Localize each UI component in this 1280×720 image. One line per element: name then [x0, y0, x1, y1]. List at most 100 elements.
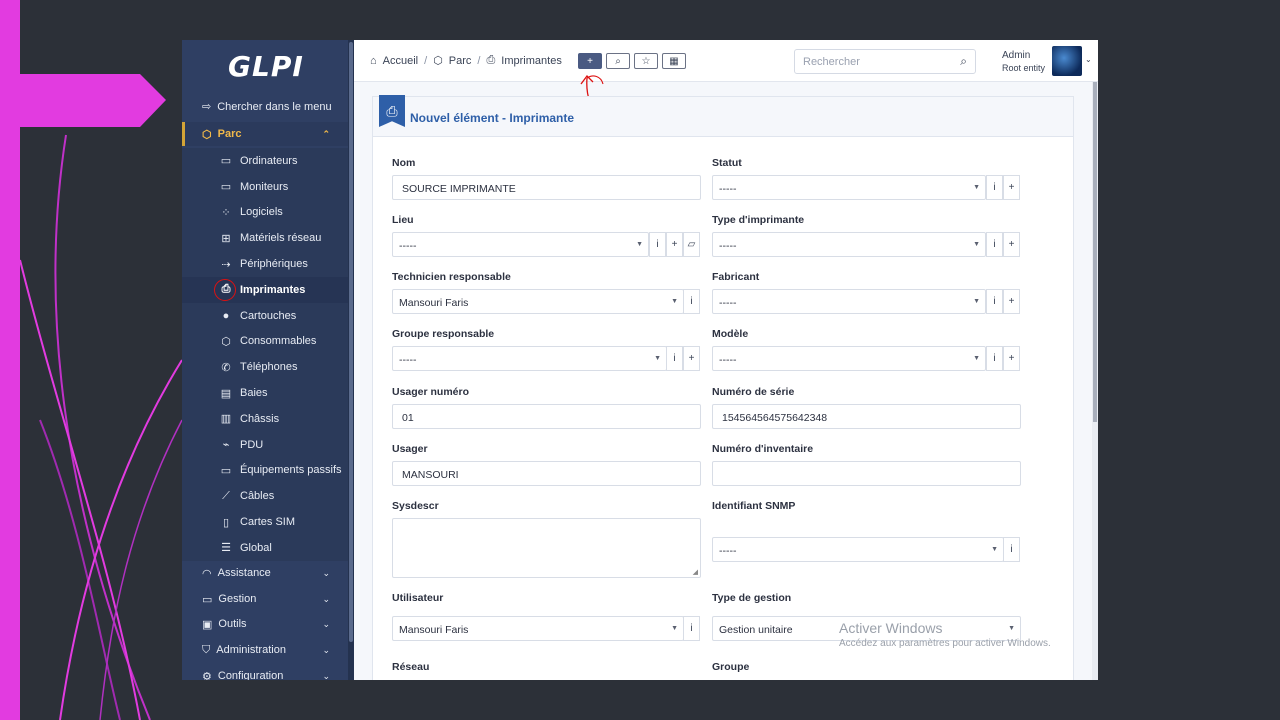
usb-icon: ⇢ [221, 258, 231, 271]
sidebar-group-gestion[interactable]: ▭ Gestion ⌄ [182, 587, 348, 611]
page-scrollbar[interactable] [1092, 82, 1098, 680]
search-icon[interactable]: ⌕ [960, 54, 967, 69]
info-button[interactable]: i [666, 346, 683, 371]
sidebar-group-outils[interactable]: ▣ Outils ⌄ [182, 612, 348, 636]
sidebar-scrollbar-thumb[interactable] [349, 42, 353, 642]
sidebar-item-cables[interactable]: ⟋ Câbles [182, 483, 348, 509]
info-button[interactable]: i [1003, 537, 1020, 562]
add-button[interactable]: + [666, 232, 683, 257]
serie-label: Numéro de série [712, 386, 795, 398]
utilisateur-select[interactable]: Mansouri Faris ▼ [392, 616, 684, 641]
caret-down-icon: ▼ [973, 241, 980, 248]
cube-icon: ⬡ [433, 55, 443, 67]
usager-num-field[interactable]: 01 [392, 404, 701, 429]
statut-value: ----- [719, 183, 737, 195]
avatar[interactable] [1052, 46, 1082, 76]
sidebar-item-materiels-reseau[interactable]: ⊞ Matériels réseau [182, 225, 348, 251]
add-button[interactable]: + [1003, 346, 1020, 371]
info-icon: i [1010, 544, 1013, 555]
sidebar-item-baies[interactable]: ▤ Baies [182, 380, 348, 406]
sidebar-item-ordinateurs[interactable]: ▭ Ordinateurs [182, 148, 348, 174]
serie-field[interactable]: 154564564575642348 [712, 404, 1021, 429]
search-input[interactable]: Rechercher ⌕ [794, 49, 976, 74]
sidebar-item-telephones[interactable]: ✆ Téléphones [182, 354, 348, 380]
info-button[interactable]: i [683, 289, 700, 314]
statut-select[interactable]: ----- ▼ [712, 175, 986, 200]
snmp-label: Identifiant SNMP [712, 500, 796, 512]
sidebar-item-cartes-sim[interactable]: ▯ Cartes SIM [182, 509, 348, 535]
utilisateur-label: Utilisateur [392, 592, 444, 604]
sidebar-scrollbar[interactable] [348, 40, 354, 680]
sidebar-item-pdu[interactable]: ⌁ PDU [182, 432, 348, 458]
chevron-down-icon: ⌄ [322, 644, 330, 655]
sidebar-group-administration[interactable]: ⛉ Administration ⌄ [182, 638, 348, 662]
sidebar-group-assistance[interactable]: ◠ Assistance ⌄ [182, 561, 348, 585]
add-button[interactable]: + [1003, 175, 1020, 200]
nom-field[interactable]: SOURCE IMPRIMANTE [392, 175, 701, 200]
watermark-title: Activer Windows [839, 620, 943, 636]
bookmark-button[interactable]: ☆ [634, 53, 658, 69]
chevron-down-icon[interactable]: ⌄ [1085, 55, 1092, 64]
sidebar-item-global[interactable]: ☰ Global [182, 535, 348, 561]
sidebar-item-imprimantes[interactable]: ⎙ Imprimantes [182, 276, 348, 303]
caret-down-icon: ▼ [991, 546, 998, 553]
gear-icon: ⚙ [202, 670, 212, 681]
resize-grip-icon[interactable]: ◢ [693, 568, 698, 576]
modele-label: Modèle [712, 328, 749, 340]
lieu-label: Lieu [392, 214, 414, 226]
sidebar-item-label: Consommables [240, 335, 317, 348]
sidebar-item-chassis[interactable]: ▥ Châssis [182, 406, 348, 432]
caret-down-icon: ▼ [973, 355, 980, 362]
fabricant-select[interactable]: ----- ▼ [712, 289, 986, 314]
add-button[interactable]: + [1003, 232, 1020, 257]
groupe-resp-select[interactable]: ----- ▼ [392, 346, 667, 371]
apps-icon: ⁘ [221, 206, 231, 219]
add-button[interactable]: + [683, 346, 700, 371]
sidebar-item-moniteurs[interactable]: ▭ Moniteurs [182, 174, 348, 200]
menu-search[interactable]: ⇨ Chercher dans le menu [202, 100, 332, 114]
info-icon: i [673, 353, 676, 364]
sidebar-item-consommables[interactable]: ⬡ Consommables [182, 329, 348, 355]
modele-select[interactable]: ----- ▼ [712, 346, 986, 371]
caret-down-icon: ▼ [671, 625, 678, 632]
type-label: Type d'imprimante [712, 214, 805, 226]
sidebar-item-peripheriques[interactable]: ⇢ Périphériques [182, 251, 348, 277]
info-button[interactable]: i [649, 232, 666, 257]
sidebar-item-label: Moniteurs [240, 180, 289, 193]
sidebar-item-parc[interactable]: ⬡ Parc ⌃ [182, 122, 348, 146]
user-menu[interactable]: Admin Root entity [1002, 50, 1045, 74]
technicien-select[interactable]: Mansouri Faris ▼ [392, 289, 684, 314]
sysdescr-textarea[interactable]: ◢ [392, 518, 701, 578]
sidebar-item-equipements-passifs[interactable]: ▭ Équipements passifs [182, 458, 348, 484]
sidebar-group-configuration[interactable]: ⚙ Configuration ⌄ [182, 664, 348, 680]
printer-icon: ⎙ [486, 54, 496, 66]
breadcrumb-parc[interactable]: Parc [449, 55, 472, 67]
form-card: ⎙ Nouvel élément - Imprimante Nom SOURCE… [372, 95, 1074, 680]
info-button[interactable]: i [986, 289, 1003, 314]
sidebar-item-logiciels[interactable]: ⁘ Logiciels [182, 200, 348, 226]
breadcrumb-imprimantes[interactable]: Imprimantes [501, 55, 562, 67]
add-button[interactable]: + [1003, 289, 1020, 314]
caret-down-icon: ▼ [654, 355, 661, 362]
info-button[interactable]: i [683, 616, 700, 641]
page-scrollbar-thumb[interactable] [1093, 82, 1097, 422]
snmp-select[interactable]: ----- ▼ [712, 537, 1004, 562]
breadcrumb-accueil[interactable]: Accueil [383, 55, 418, 67]
info-button[interactable]: i [986, 232, 1003, 257]
inventaire-field[interactable] [712, 461, 1021, 486]
sidebar-item-cartouches[interactable]: ● Cartouches [182, 303, 348, 329]
info-icon: i [993, 182, 996, 193]
info-button[interactable]: i [986, 346, 1003, 371]
info-button[interactable]: i [986, 175, 1003, 200]
map-button[interactable]: ▱ [683, 232, 700, 257]
wallet-icon: ▭ [202, 593, 213, 606]
plug-icon: ⌁ [222, 439, 230, 452]
info-icon: i [690, 296, 693, 307]
type-select[interactable]: ----- ▼ [712, 232, 986, 257]
lieu-select[interactable]: ----- ▼ [392, 232, 649, 257]
sidebar-item-label: Global [240, 541, 272, 554]
usager-field[interactable]: MANSOURI [392, 461, 701, 486]
chevron-up-icon: ⌃ [322, 128, 330, 139]
box-icon: ⬡ [221, 335, 231, 348]
templates-button[interactable]: ▦ [662, 53, 686, 69]
